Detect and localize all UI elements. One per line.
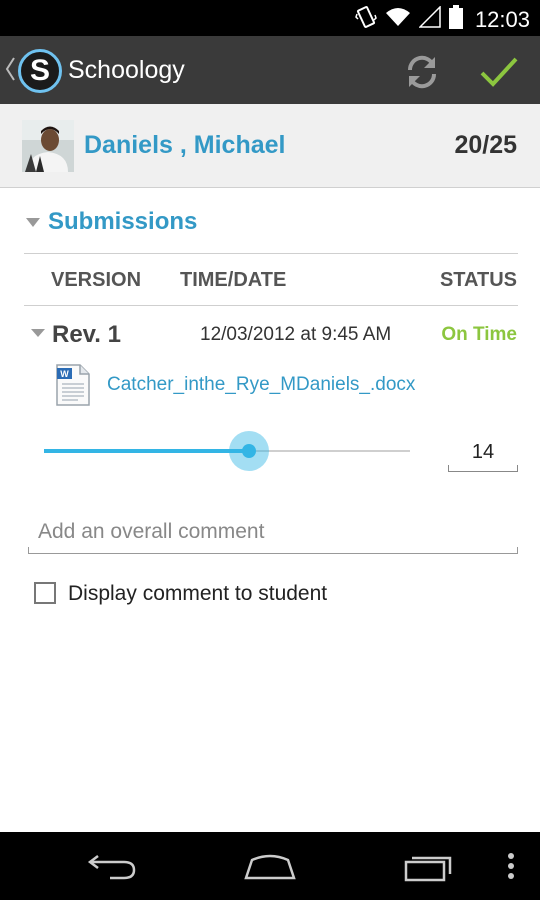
- status-bar: 12:03: [0, 0, 540, 36]
- overflow-menu-icon[interactable]: [496, 848, 526, 884]
- score-input[interactable]: 14: [448, 436, 518, 472]
- action-bar: S Schoology: [0, 36, 540, 104]
- score-value: 14: [471, 441, 495, 463]
- back-icon[interactable]: [84, 848, 140, 884]
- grade-slider[interactable]: [44, 428, 410, 474]
- up-caret-icon[interactable]: [4, 54, 16, 89]
- divider: [24, 305, 518, 306]
- app-logo[interactable]: S: [18, 49, 62, 93]
- divider: [24, 253, 518, 254]
- attachment-link[interactable]: Catcher_inthe_Rye_MDaniels_.docx: [107, 374, 415, 396]
- vibrate-icon: [355, 5, 377, 34]
- column-header-version: VERSION: [51, 269, 142, 291]
- collapse-arrow-icon[interactable]: [26, 218, 40, 227]
- column-header-time-date: TIME/DATE: [180, 269, 287, 291]
- student-name[interactable]: Daniels , Michael: [84, 131, 285, 160]
- student-score: 20/25: [454, 131, 517, 159]
- refresh-icon[interactable]: [402, 52, 442, 92]
- clock: 12:03: [474, 6, 530, 32]
- app-title: Schoology: [68, 56, 185, 84]
- revision-label[interactable]: Rev. 1: [52, 321, 121, 349]
- revision-status: On Time: [441, 324, 517, 345]
- status-icons: 12:03: [355, 5, 530, 34]
- navigation-bar: [0, 832, 540, 900]
- revision-collapse-arrow-icon[interactable]: [31, 329, 45, 337]
- battery-icon: [448, 5, 463, 34]
- signal-icon: [418, 5, 441, 33]
- slider-fill: [44, 449, 249, 453]
- svg-text:W: W: [60, 369, 69, 379]
- checkmark-icon[interactable]: [478, 52, 520, 92]
- section-title[interactable]: Submissions: [48, 208, 197, 236]
- app-logo-letter: S: [29, 54, 50, 87]
- wifi-icon: [385, 6, 411, 33]
- display-comment-label[interactable]: Display comment to student: [68, 582, 327, 606]
- slider-thumb[interactable]: [242, 444, 256, 458]
- word-document-icon[interactable]: W: [56, 364, 90, 406]
- column-header-status: STATUS: [439, 269, 517, 291]
- home-icon[interactable]: [242, 848, 298, 884]
- comment-field[interactable]: [28, 514, 518, 554]
- student-avatar: [22, 120, 74, 172]
- display-comment-checkbox[interactable]: [34, 582, 56, 604]
- recent-apps-icon[interactable]: [402, 848, 458, 884]
- comment-input[interactable]: [38, 520, 508, 544]
- student-header: Daniels , Michael 20/25: [0, 104, 540, 188]
- revision-date: 12/03/2012 at 9:45 AM: [200, 324, 392, 345]
